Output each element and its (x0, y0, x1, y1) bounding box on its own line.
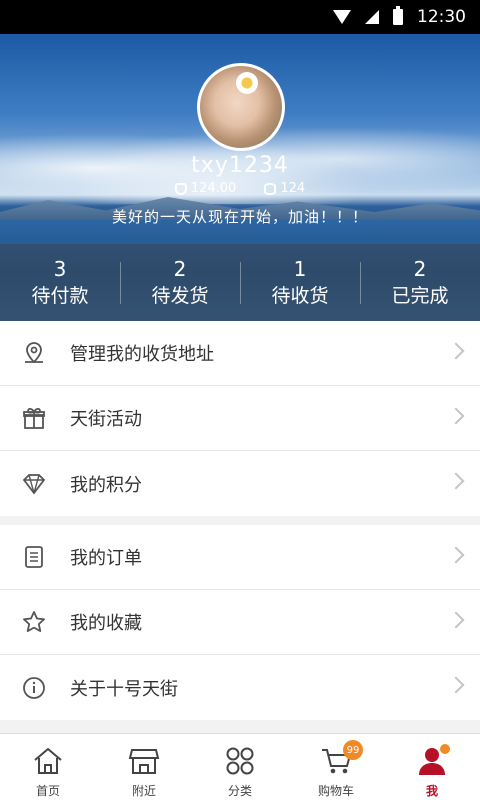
order-count: 2 (413, 256, 427, 281)
menu-item-address[interactable]: 管理我的收货地址 (0, 321, 480, 386)
star-icon (20, 608, 48, 636)
menu-item-about[interactable]: 关于十号天街 (0, 655, 480, 720)
store-icon (127, 744, 161, 778)
order-pending-receipt[interactable]: 1 待收货 (240, 244, 360, 321)
order-pending-shipment[interactable]: 2 待发货 (120, 244, 240, 321)
chevron-right-icon (447, 676, 465, 694)
signal-icon (365, 10, 379, 24)
chevron-right-icon (447, 342, 465, 360)
tab-label: 首页 (35, 784, 60, 798)
chevron-right-icon (447, 611, 465, 629)
tab-label: 购物车 (317, 784, 354, 798)
status-time: 12:30 (417, 7, 466, 27)
bottom-tab-bar: 首页 附近 分类 购物车 我 (0, 733, 480, 800)
motto-text: 美好的一天从现在开始，加油！！！ (111, 208, 368, 226)
balance-stat[interactable]: 124.00 (174, 181, 237, 196)
tab-label: 我 (425, 784, 438, 798)
profile-header: txy1234 124.00 124 美好的一天从现在开始，加油！！！ 3 待付… (0, 34, 480, 321)
menu-item-favorites[interactable]: 我的收藏 (0, 590, 480, 655)
menu-item-points[interactable]: 我的积分 (0, 451, 480, 516)
menu-item-label: 天街活动 (70, 409, 142, 430)
money-bag-icon (174, 182, 187, 195)
chevron-right-icon (447, 407, 465, 425)
menu-group-general: 我的订单 我的收藏 关于十号天街 (0, 525, 480, 720)
location-pin-icon (20, 339, 48, 367)
order-count: 2 (173, 256, 187, 281)
balance-value: 124.00 (190, 181, 237, 196)
tab-home[interactable]: 首页 (0, 734, 96, 800)
points-stat[interactable]: 124 (264, 181, 305, 196)
menu-item-orders[interactable]: 我的订单 (0, 525, 480, 590)
order-label: 待付款 (31, 284, 89, 307)
status-bar: 12:30 (0, 0, 480, 34)
avatar[interactable] (197, 63, 285, 151)
points-value: 124 (280, 181, 306, 196)
wifi-icon (333, 10, 351, 24)
home-icon (31, 744, 65, 778)
order-label: 已完成 (391, 284, 449, 307)
menu-item-label: 管理我的收货地址 (70, 344, 214, 365)
cart-badge: 99 (343, 740, 363, 760)
menu-item-label: 关于十号天街 (70, 678, 178, 700)
tab-label: 附近 (131, 784, 156, 798)
menu-item-label: 我的收藏 (70, 613, 142, 634)
order-pending-payment[interactable]: 3 待付款 (0, 244, 120, 321)
grid-icon (223, 744, 257, 778)
tab-me[interactable]: 我 (384, 734, 480, 800)
chevron-right-icon (447, 472, 465, 490)
info-icon (20, 674, 48, 702)
notification-dot (440, 744, 450, 754)
avatar-flower (236, 72, 258, 94)
tab-category[interactable]: 分类 (192, 734, 288, 800)
tab-cart[interactable]: 购物车 (288, 734, 384, 800)
menu-item-label: 我的订单 (70, 548, 142, 569)
order-completed[interactable]: 2 已完成 (360, 244, 480, 321)
order-label: 待发货 (151, 284, 209, 307)
order-status-bar: 3 待付款 2 待发货 1 待收货 2 已完成 (0, 244, 480, 321)
diamond-icon (20, 470, 48, 498)
clipboard-icon (20, 543, 48, 571)
order-count: 3 (53, 256, 67, 281)
menu-item-activity[interactable]: 天街活动 (0, 386, 480, 451)
chevron-right-icon (447, 546, 465, 564)
tab-label: 分类 (227, 784, 252, 798)
tab-nearby[interactable]: 附近 (96, 734, 192, 800)
username: txy1234 (191, 153, 289, 178)
menu-group-account: 管理我的收货地址 天街活动 我的积分 (0, 321, 480, 516)
order-label: 待收货 (271, 284, 329, 307)
menu-item-label: 我的积分 (70, 474, 142, 496)
battery-icon (393, 6, 403, 25)
order-count: 1 (293, 256, 307, 281)
coins-stack-icon (264, 182, 277, 195)
gift-icon (20, 404, 48, 432)
account-stats: 124.00 124 (0, 181, 480, 196)
